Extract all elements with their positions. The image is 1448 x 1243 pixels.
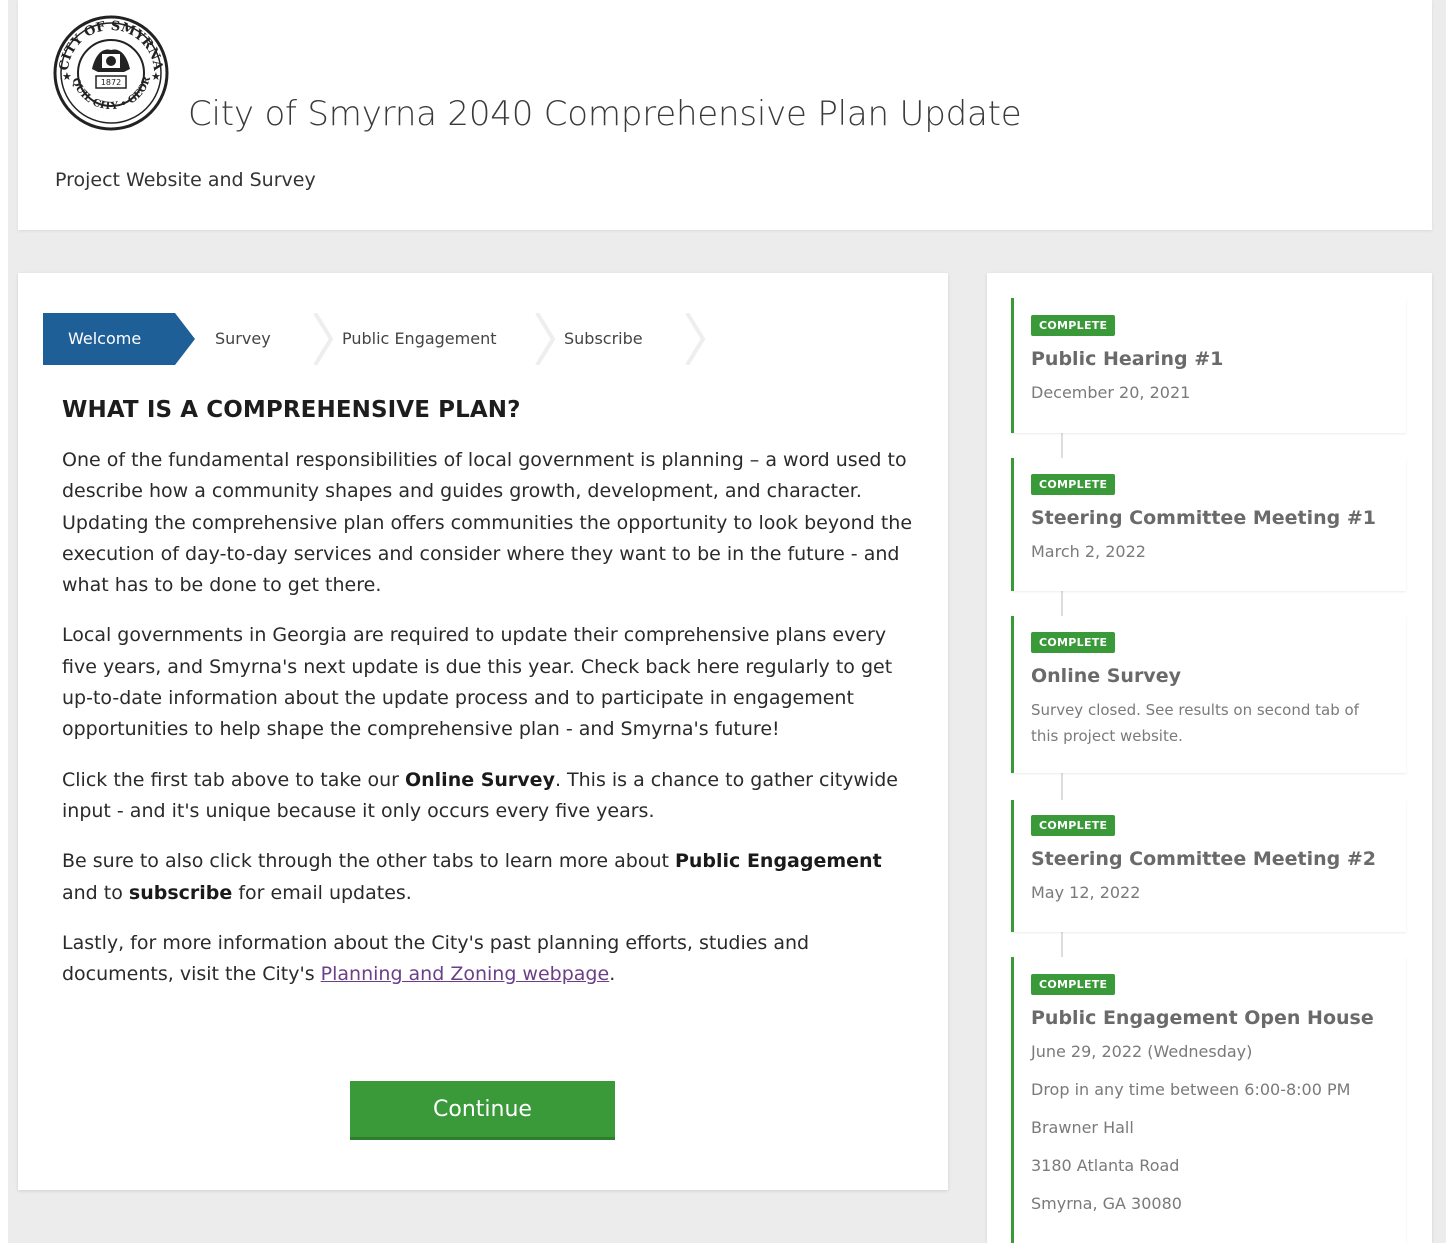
timeline-connector [1061, 932, 1063, 957]
status-badge: COMPLETE [1031, 815, 1116, 836]
timeline-item: COMPLETE Public Hearing #1 December 20, … [1011, 298, 1406, 433]
tab-subscribe[interactable]: Subscribe [564, 313, 643, 365]
main-panel: Welcome Survey Public Engagement Subscri… [18, 273, 948, 1190]
timeline-item-date: May 12, 2022 [1031, 883, 1141, 902]
status-badge: COMPLETE [1031, 474, 1116, 495]
timeline-item-city: Smyrna, GA 30080 [1031, 1194, 1182, 1213]
timeline-item: COMPLETE Steering Committee Meeting #2 M… [1011, 800, 1406, 932]
timeline-item: COMPLETE Steering Committee Meeting #1 M… [1011, 458, 1406, 591]
tab-public-engagement[interactable]: Public Engagement [342, 313, 497, 365]
status-badge: COMPLETE [1031, 974, 1116, 995]
paragraph-more-info: Lastly, for more information about the C… [62, 931, 810, 986]
subscribe-emphasis: subscribe [128, 881, 233, 904]
timeline-item-date: March 2, 2022 [1031, 542, 1146, 561]
timeline-item-title: Steering Committee Meeting #1 [1031, 507, 1376, 529]
tab-welcome[interactable]: Welcome [43, 313, 195, 365]
tab-survey[interactable]: Survey [215, 313, 271, 365]
planning-zoning-link[interactable]: Planning and Zoning webpage [321, 963, 610, 985]
timeline-item: COMPLETE Online Survey Survey closed. Se… [1011, 616, 1406, 773]
tab-separator-chevron-icon [535, 313, 555, 365]
section-heading: WHAT IS A COMPREHENSIVE PLAN? [62, 397, 521, 423]
timeline-item-title: Public Engagement Open House [1031, 1007, 1374, 1029]
timeline-item: COMPLETE Public Engagement Open House Ju… [1011, 957, 1406, 1243]
status-badge: COMPLETE [1031, 315, 1116, 336]
online-survey-emphasis: Online Survey [404, 768, 555, 791]
svg-text:★: ★ [151, 70, 161, 83]
timeline-item-title: Online Survey [1031, 665, 1181, 687]
paragraph-tabs: Be sure to also click through the other … [62, 850, 882, 904]
paragraph-survey: Click the first tab above to take our On… [62, 768, 898, 822]
timeline-item-description: Survey closed. See results on second tab… [1031, 701, 1359, 745]
continue-button[interactable]: Continue [350, 1081, 615, 1140]
timeline-item-time: Drop in any time between 6:00-8:00 PM [1031, 1080, 1351, 1099]
page-title: City of Smyrna 2040 Comprehensive Plan U… [188, 94, 1022, 134]
timeline-item-title: Public Hearing #1 [1031, 348, 1224, 370]
status-badge: COMPLETE [1031, 632, 1116, 653]
tab-separator-chevron-icon [313, 313, 333, 365]
timeline-item-address: 3180 Atlanta Road [1031, 1156, 1180, 1175]
timeline-item-date: June 29, 2022 (Wednesday) [1031, 1042, 1253, 1061]
svg-text:★: ★ [62, 70, 72, 83]
timeline-connector [1061, 433, 1063, 458]
timeline-item-date: December 20, 2021 [1031, 383, 1191, 402]
page-subtitle: Project Website and Survey [55, 169, 316, 191]
timeline-item-title: Steering Committee Meeting #2 [1031, 848, 1376, 870]
paragraph-intro: One of the fundamental responsibilities … [62, 449, 913, 597]
timeline-connector [1061, 773, 1063, 800]
svg-text:1872: 1872 [101, 78, 121, 87]
welcome-content: WHAT IS A COMPREHENSIVE PLAN? One of the… [62, 397, 912, 1009]
public-engagement-emphasis: Public Engagement [674, 850, 882, 873]
site-header: 1872 CITY OF SMYRNA JONQUIL CITY • GEORG… [18, 0, 1432, 230]
timeline-item-venue: Brawner Hall [1031, 1118, 1134, 1137]
tab-separator-chevron-icon [685, 313, 705, 365]
paragraph-requirements: Local governments in Georgia are require… [62, 624, 893, 741]
timeline-connector [1061, 591, 1063, 616]
timeline-panel: COMPLETE Public Hearing #1 December 20, … [987, 273, 1432, 1243]
step-tabs: Welcome Survey Public Engagement Subscri… [43, 313, 743, 365]
city-seal-logo: 1872 CITY OF SMYRNA JONQUIL CITY • GEORG… [52, 14, 169, 131]
